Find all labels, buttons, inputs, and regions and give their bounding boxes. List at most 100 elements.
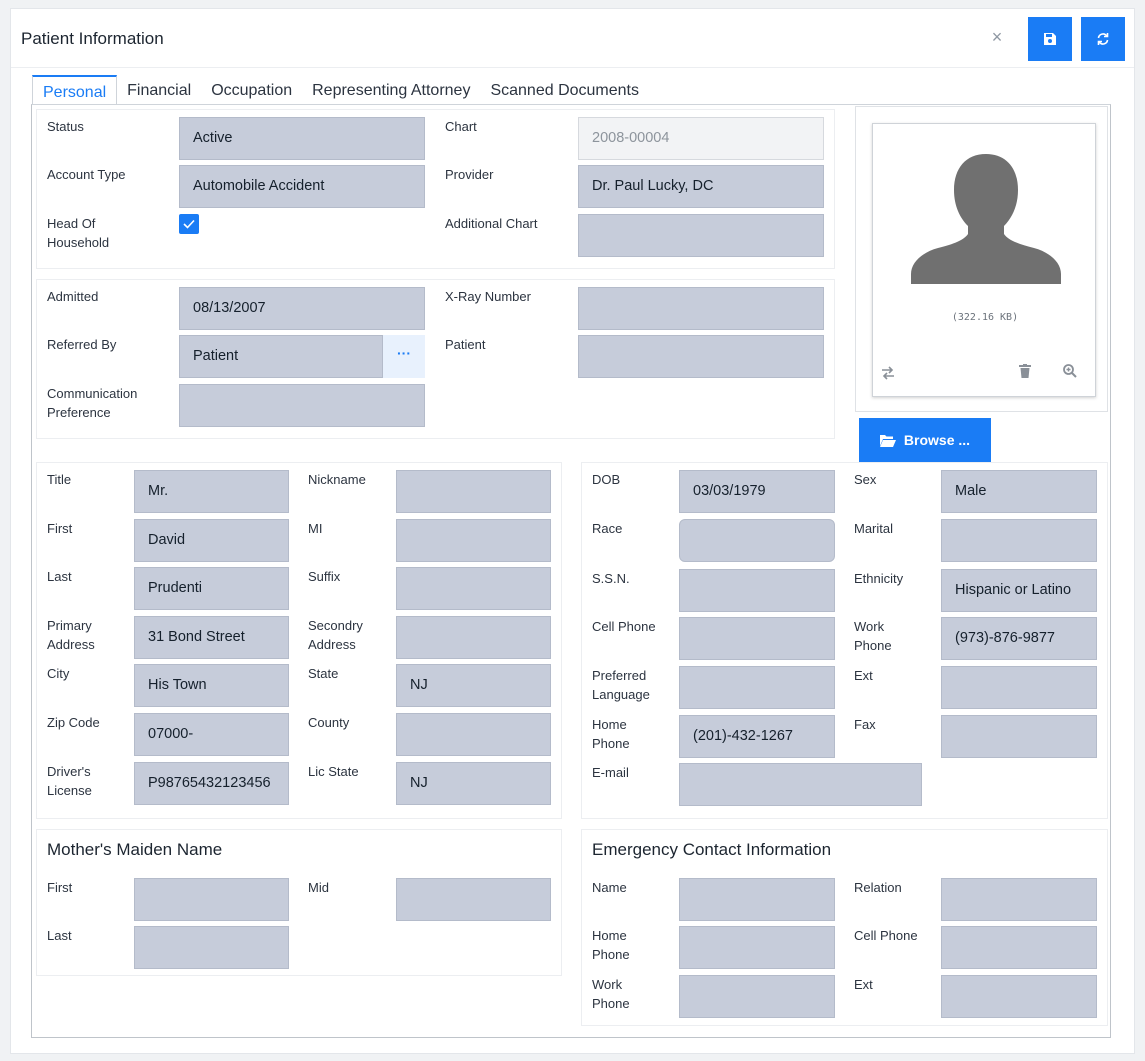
window-header: Patient Information ×: [11, 9, 1134, 68]
county-field[interactable]: [396, 713, 551, 756]
emergency-name-field[interactable]: [679, 878, 835, 921]
refresh-icon: [1097, 33, 1109, 45]
cell-phone-field[interactable]: [679, 617, 835, 660]
folder-open-icon: [879, 434, 896, 447]
refresh-button[interactable]: [1081, 17, 1125, 61]
emergency-work-phone-field[interactable]: [679, 975, 835, 1018]
photo-card: (322.16 KB): [872, 123, 1096, 397]
secondary-address-field[interactable]: [396, 616, 551, 659]
nickname-field[interactable]: [396, 470, 551, 513]
browse-button[interactable]: Browse ...: [859, 418, 991, 462]
admission-panel: Admitted 08/13/2007 Referred By Patient …: [36, 279, 835, 439]
emergency-home-phone-label: Home Phone: [592, 926, 630, 964]
communication-preference-label: Communication Preference: [47, 384, 137, 422]
save-button[interactable]: [1028, 17, 1072, 61]
provider-field[interactable]: Dr. Paul Lucky, DC: [578, 165, 824, 208]
emergency-ext-field[interactable]: [941, 975, 1097, 1018]
first-name-field[interactable]: David: [134, 519, 289, 562]
mother-last-field[interactable]: [134, 926, 289, 969]
state-field[interactable]: NJ: [396, 664, 551, 707]
zoom-in-icon[interactable]: [1063, 364, 1077, 378]
drivers-license-label: Driver's License: [47, 762, 92, 800]
avatar-silhouette-icon: [911, 154, 1061, 284]
emergency-work-label-line1: Work: [592, 977, 623, 992]
home-label-line2: Phone: [592, 736, 630, 751]
dl-label-line2: License: [47, 783, 92, 798]
emergency-contact-panel: Emergency Contact Information Name Relat…: [581, 829, 1108, 1026]
suffix-field[interactable]: [396, 567, 551, 610]
fax-field[interactable]: [941, 715, 1097, 758]
patient-information-window: Patient Information × Personal Financial…: [10, 8, 1135, 1054]
admitted-label: Admitted: [47, 289, 99, 304]
name-address-panel: Title Mr. Nickname First David MI Last P…: [36, 462, 562, 819]
trash-icon[interactable]: [1019, 364, 1031, 378]
additional-chart-field[interactable]: [578, 214, 824, 257]
ext-field[interactable]: [941, 666, 1097, 709]
admitted-field[interactable]: 08/13/2007: [179, 287, 425, 330]
tab-scanned-documents[interactable]: Scanned Documents: [480, 75, 649, 105]
referred-by-label: Referred By: [47, 337, 117, 352]
last-name-field[interactable]: Prudenti: [134, 567, 289, 610]
head-of-household-checkbox[interactable]: [179, 214, 199, 234]
mother-first-field[interactable]: [134, 878, 289, 921]
account-panel: Status Active Account Type Automobile Ac…: [36, 109, 835, 269]
sex-field[interactable]: Male: [941, 470, 1097, 513]
ssn-field[interactable]: [679, 569, 835, 612]
dl-label-line1: Driver's: [47, 764, 91, 779]
mother-mid-field[interactable]: [396, 878, 551, 921]
preferred-language-field[interactable]: [679, 666, 835, 709]
tab-personal[interactable]: Personal: [32, 75, 118, 105]
dob-label: DOB: [592, 472, 621, 487]
emergency-relation-field[interactable]: [941, 878, 1097, 921]
tab-occupation[interactable]: Occupation: [201, 75, 302, 105]
chart-label: Chart: [445, 119, 477, 134]
referred-by-lookup-button[interactable]: ···: [382, 335, 425, 378]
mothers-maiden-name-title: Mother's Maiden Name: [47, 840, 223, 859]
browse-label: Browse ...: [903, 432, 971, 448]
emergency-home-phone-field[interactable]: [679, 926, 835, 969]
race-field[interactable]: [679, 519, 835, 562]
tab-content: Status Active Account Type Automobile Ac…: [31, 104, 1111, 1038]
account-type-field[interactable]: Automobile Accident: [179, 165, 425, 208]
lic-state-label: Lic State: [308, 764, 359, 779]
patient-label: Patient: [445, 337, 486, 352]
ethnicity-field[interactable]: Hispanic or Latino: [941, 569, 1097, 612]
demographics-panel: DOB 03/03/1979 Sex Male Race Marital S.S…: [581, 462, 1108, 819]
title-field[interactable]: Mr.: [134, 470, 289, 513]
tab-financial[interactable]: Financial: [117, 75, 201, 105]
ext-label: Ext: [854, 668, 873, 683]
page-title: Patient Information: [21, 29, 164, 48]
home-phone-field[interactable]: (201)-432-1267: [679, 715, 835, 758]
tab-representing-attorney[interactable]: Representing Attorney: [302, 75, 480, 105]
zip-code-label: Zip Code: [47, 715, 100, 730]
lic-state-field[interactable]: NJ: [396, 762, 551, 805]
photo-panel: (322.16 KB): [855, 106, 1108, 412]
mi-field[interactable]: [396, 519, 551, 562]
work-phone-label: Work Phone: [854, 617, 892, 655]
dob-field[interactable]: 03/03/1979: [679, 470, 835, 513]
comm-label-line1: Communication: [47, 386, 138, 401]
close-icon[interactable]: ×: [987, 27, 1007, 47]
drivers-license-field[interactable]: P98765432123456: [134, 762, 289, 805]
primary-address-field[interactable]: 31 Bond Street: [134, 616, 289, 659]
comm-label-line2: Preference: [47, 405, 111, 420]
account-type-label: Account Type: [47, 167, 126, 182]
email-field[interactable]: [679, 763, 922, 806]
city-field[interactable]: His Town: [134, 664, 289, 707]
swap-icon[interactable]: [881, 366, 895, 380]
work-phone-field[interactable]: (973)-876-9877: [941, 617, 1097, 660]
home-label-line1: Home: [592, 717, 627, 732]
primary-label-line2: Address: [47, 637, 95, 652]
zip-code-field[interactable]: 07000-: [134, 713, 289, 756]
emergency-home-label-line2: Phone: [592, 947, 630, 962]
additional-chart-label: Additional Chart: [445, 216, 538, 231]
patient-field[interactable]: [578, 335, 824, 378]
mothers-maiden-name-panel: Mother's Maiden Name First Mid Last: [36, 829, 562, 976]
xray-number-field[interactable]: [578, 287, 824, 330]
mother-mid-label: Mid: [308, 880, 329, 895]
marital-field[interactable]: [941, 519, 1097, 562]
preferred-language-label: Preferred Language: [592, 666, 650, 704]
communication-preference-field[interactable]: [179, 384, 425, 427]
emergency-cell-phone-field[interactable]: [941, 926, 1097, 969]
status-field[interactable]: Active: [179, 117, 425, 160]
